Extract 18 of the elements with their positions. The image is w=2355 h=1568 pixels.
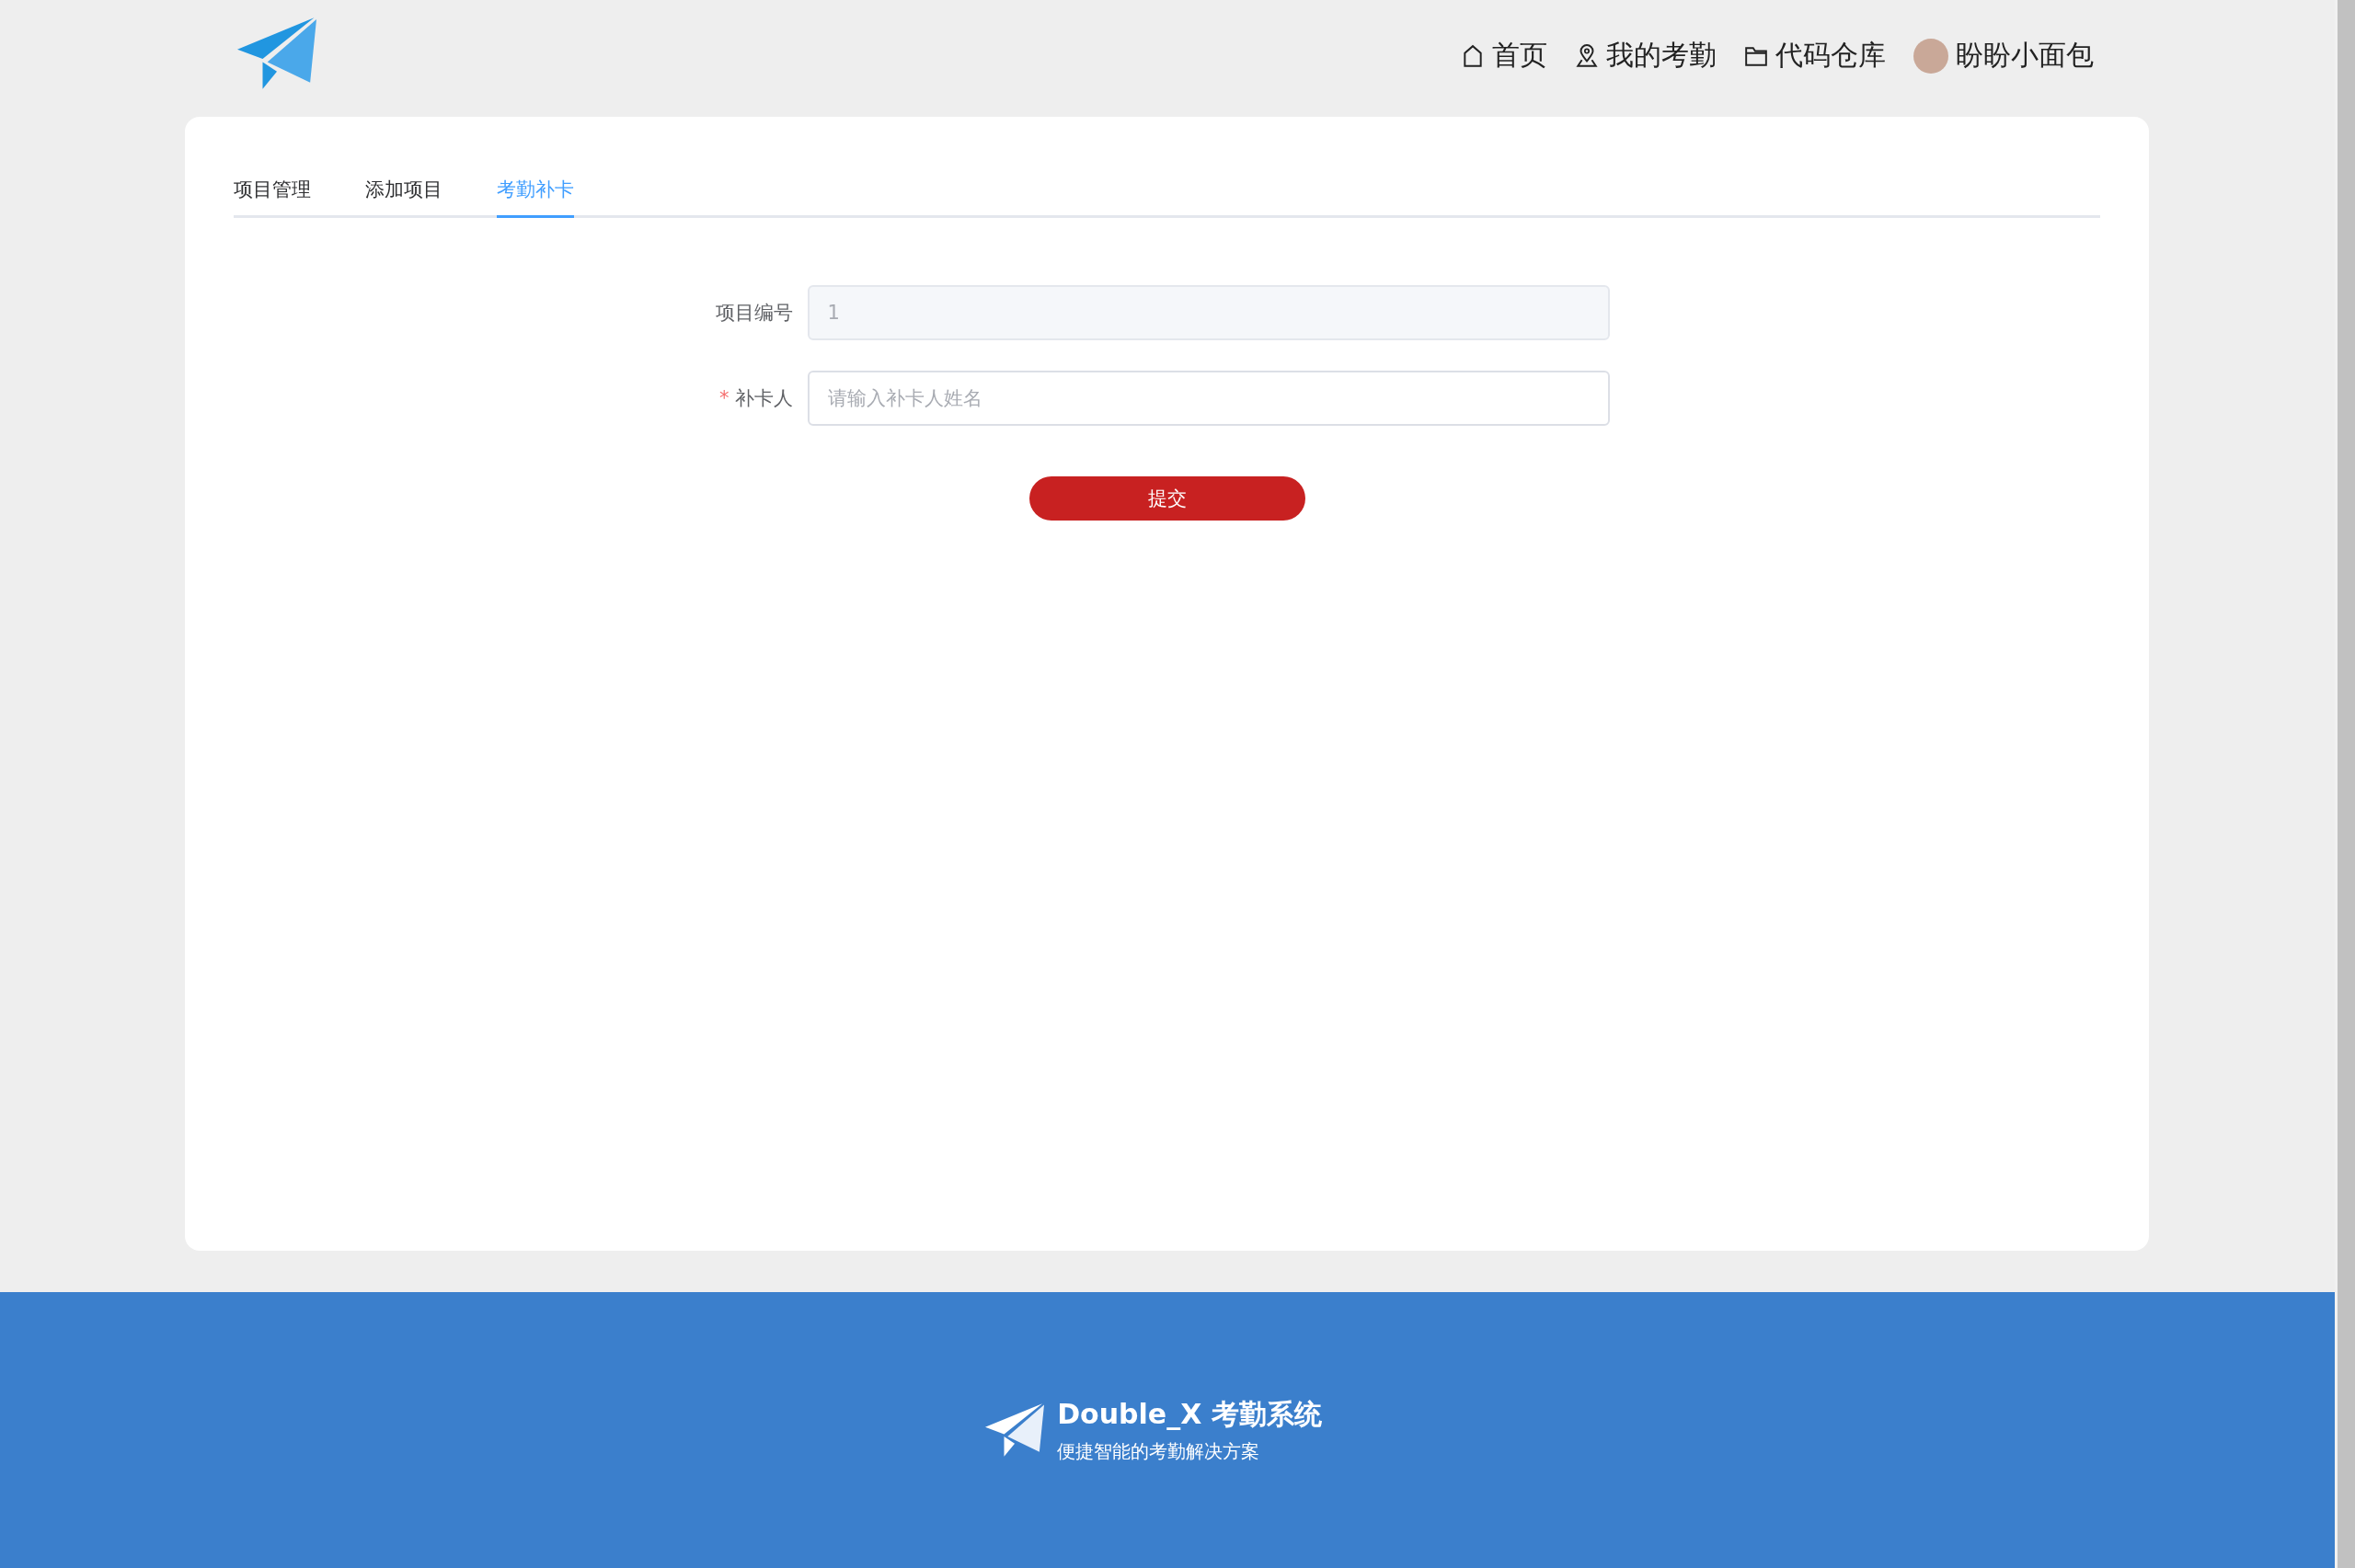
nav-link[interactable]: 代码仓库 — [1744, 37, 1886, 74]
input-field[interactable]: 请输入补卡人姓名 — [807, 371, 1610, 426]
submit-button[interactable]: 提交 — [1028, 476, 1305, 521]
nav-link[interactable]: 首页 — [1461, 37, 1547, 74]
footer-subtitle: 便捷智能的考勤解决方案 — [1057, 1439, 1261, 1464]
avatar — [1913, 38, 1948, 74]
field-label: * 补卡人 — [718, 386, 794, 411]
footer-title: Double_X 考勤系统 — [1057, 1397, 1322, 1432]
field-label: 项目编号 — [714, 301, 794, 326]
home-icon — [1461, 43, 1485, 68]
scrollbar[interactable] — [2335, 0, 2355, 1568]
paper-plane-icon — [985, 1403, 1045, 1457]
tab[interactable]: 添加项目 — [365, 177, 442, 218]
nav-link[interactable]: 盼盼小面包 — [1913, 37, 2094, 74]
nav-link[interactable]: 我的考勤 — [1575, 37, 1717, 74]
paper-plane-logo-icon[interactable] — [237, 17, 316, 89]
location-pin-icon — [1575, 43, 1599, 68]
tab[interactable]: 项目管理 — [234, 177, 311, 218]
